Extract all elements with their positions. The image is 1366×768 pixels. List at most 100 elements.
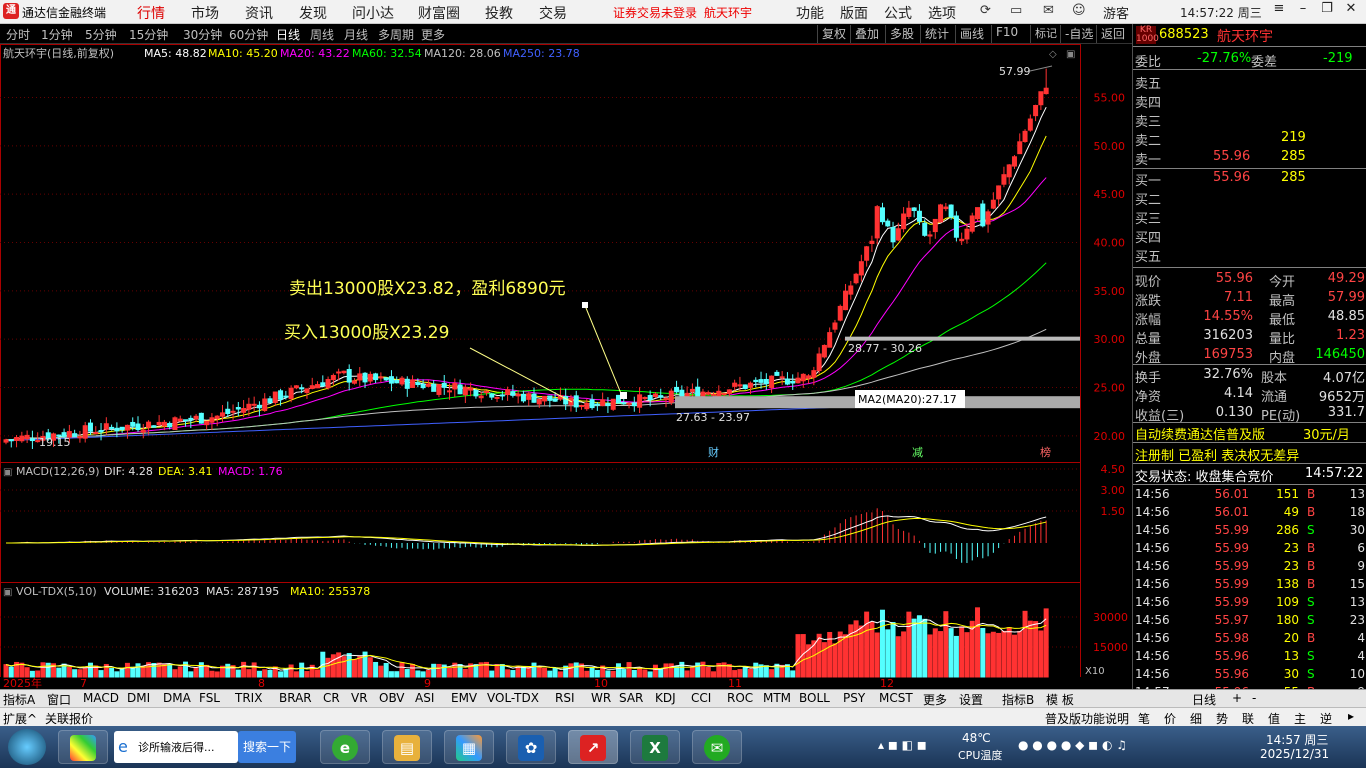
ext-help[interactable]: 普及版功能说明	[1045, 710, 1129, 727]
tab-detail[interactable]: 细	[1190, 710, 1202, 727]
indicator-tab-19[interactable]: ROC	[727, 691, 753, 705]
tab-more-icon[interactable]: ▸	[1348, 709, 1354, 723]
menu-quotes[interactable]: 行情	[137, 3, 165, 23]
menu-formula[interactable]: 公式	[884, 3, 912, 23]
taskbar-app-tdx[interactable]: ↗	[568, 730, 618, 764]
period-30min[interactable]: 30分钟	[183, 26, 222, 43]
menu-discover[interactable]: 发现	[299, 3, 327, 23]
mail-icon[interactable]: ✉	[1043, 3, 1054, 18]
indicator-tab-0[interactable]: 指标A	[3, 691, 35, 708]
taskbar-time[interactable]: 14:57 周三	[1266, 731, 1328, 748]
menu-ask[interactable]: 问小达	[352, 3, 394, 23]
stock-name[interactable]: 航天环宇	[1217, 26, 1273, 46]
menu-news[interactable]: 资讯	[245, 3, 273, 23]
menu-layout[interactable]: 版面	[840, 3, 868, 23]
tool-stats[interactable]: 统计	[920, 25, 953, 43]
ext-related[interactable]: 关联报价	[45, 710, 93, 727]
taskbar-app-wechat[interactable]: ✉	[692, 730, 742, 764]
period-multi[interactable]: 多周期	[378, 26, 414, 43]
tool-adjust[interactable]: 复权	[817, 25, 850, 43]
menu-icon[interactable]: ≡	[1268, 1, 1290, 21]
indicator-tab-7[interactable]: BRAR	[279, 691, 312, 705]
indicator-tab-8[interactable]: CR	[323, 691, 340, 705]
period-weekly[interactable]: 周线	[310, 26, 334, 43]
ext-expand[interactable]: 扩展^	[3, 710, 37, 727]
indicator-tab-1[interactable]: 窗口	[47, 691, 71, 708]
monitor-icon[interactable]: ▭	[1010, 3, 1022, 18]
indicator-tab-12[interactable]: EMV	[451, 691, 477, 705]
menu-market[interactable]: 市场	[191, 3, 219, 23]
indicator-tab-25[interactable]: 设置	[959, 691, 983, 708]
indicator-tab-5[interactable]: FSL	[199, 691, 220, 705]
tool-back[interactable]: 返回	[1096, 25, 1129, 43]
menu-trade[interactable]: 交易	[539, 3, 567, 23]
taskbar-app-ai[interactable]: e	[320, 730, 370, 764]
tool-mark[interactable]: 标记	[1030, 25, 1061, 43]
taskbar-app-tiles[interactable]: ▦	[444, 730, 494, 764]
minimize-icon[interactable]: –	[1292, 1, 1314, 21]
indicator-right-1[interactable]: 模 板	[1046, 691, 1074, 708]
indicator-tab-20[interactable]: MTM	[763, 691, 791, 705]
indicator-tab-14[interactable]: RSI	[555, 691, 575, 705]
menu-options[interactable]: 选项	[928, 3, 956, 23]
taskbar-date[interactable]: 2025/12/31	[1260, 747, 1329, 761]
tool-multi[interactable]: 多股	[885, 25, 918, 43]
tab-reverse[interactable]: 逆	[1320, 710, 1332, 727]
kline-chart[interactable]: 55.00 50.00 45.00 40.00 35.00 30.00 25.00 20.00…	[0, 44, 1132, 689]
period-intraday[interactable]: 分时	[6, 26, 30, 43]
indicator-tab-10[interactable]: OBV	[379, 691, 405, 705]
period-1min[interactable]: 1分钟	[41, 26, 73, 43]
tool-watchlist[interactable]: -自选	[1060, 25, 1097, 43]
indicator-tab-21[interactable]: BOLL	[799, 691, 830, 705]
period-60min[interactable]: 60分钟	[229, 26, 268, 43]
indicator-tab-4[interactable]: DMA	[163, 691, 191, 705]
ind-daily[interactable]: 日线	[1192, 691, 1216, 708]
period-15min[interactable]: 15分钟	[129, 26, 168, 43]
indicator-tab-6[interactable]: TRIX	[235, 691, 262, 705]
menu-function[interactable]: 功能	[796, 3, 824, 23]
tool-f10[interactable]: F10	[991, 25, 1022, 43]
taskbar-search-box[interactable]: e 诊所输液后得...	[114, 731, 238, 763]
indicator-tab-3[interactable]: DMI	[127, 691, 150, 705]
indicator-tab-13[interactable]: VOL-TDX	[487, 691, 539, 705]
tray-icons-2[interactable]: ● ● ● ● ◆ ◼ ◐ ♫	[1018, 738, 1127, 752]
indicator-tab-24[interactable]: 更多	[923, 691, 947, 708]
promo-text[interactable]: 自动续费通达信普及版	[1135, 424, 1265, 443]
menu-edu[interactable]: 投教	[485, 3, 513, 23]
indicator-tab-18[interactable]: CCI	[691, 691, 711, 705]
indicator-tab-17[interactable]: KDJ	[655, 691, 676, 705]
indicator-tab-2[interactable]: MACD	[83, 691, 119, 705]
tray-icons[interactable]: ▴ ◼ ◧ ◼	[878, 738, 927, 752]
guest-label[interactable]: 游客	[1103, 3, 1129, 22]
period-5min[interactable]: 5分钟	[85, 26, 117, 43]
ind-minus[interactable]: -	[1252, 691, 1256, 705]
tab-link[interactable]: 联	[1242, 710, 1254, 727]
tab-trend[interactable]: 势	[1216, 710, 1228, 727]
taskbar-app-360[interactable]	[58, 730, 108, 764]
close-icon[interactable]: ✕	[1340, 1, 1362, 21]
ind-plus[interactable]: +	[1232, 691, 1242, 705]
indicator-tab-16[interactable]: SAR	[619, 691, 643, 705]
taskbar-app-explorer[interactable]: ▤	[382, 730, 432, 764]
promo-price[interactable]: 30元/月	[1303, 424, 1350, 443]
tab-main[interactable]: 主	[1294, 710, 1306, 727]
period-more[interactable]: 更多	[421, 26, 445, 43]
menu-wealth[interactable]: 财富圈	[418, 3, 460, 23]
tool-draw[interactable]: 画线	[955, 25, 988, 43]
tab-bi[interactable]: 笔	[1138, 710, 1150, 727]
tab-value[interactable]: 值	[1268, 710, 1280, 727]
login-warning[interactable]: 证券交易未登录	[613, 4, 697, 21]
indicator-tab-23[interactable]: MCST	[879, 691, 913, 705]
indicator-tab-11[interactable]: ASI	[415, 691, 434, 705]
tab-price[interactable]: 价	[1164, 710, 1176, 727]
indicator-tab-22[interactable]: PSY	[843, 691, 865, 705]
refresh-icon[interactable]: ⟳	[980, 3, 991, 18]
period-monthly[interactable]: 月线	[344, 26, 368, 43]
restore-icon[interactable]: ❐	[1316, 1, 1338, 21]
search-button[interactable]: 搜索一下	[238, 731, 296, 763]
taskbar-app-excel[interactable]: X	[630, 730, 680, 764]
indicator-tab-15[interactable]: WR	[591, 691, 611, 705]
user-icon[interactable]: ☺	[1072, 3, 1086, 18]
period-daily[interactable]: 日线	[276, 26, 300, 43]
indicator-tab-9[interactable]: VR	[351, 691, 368, 705]
